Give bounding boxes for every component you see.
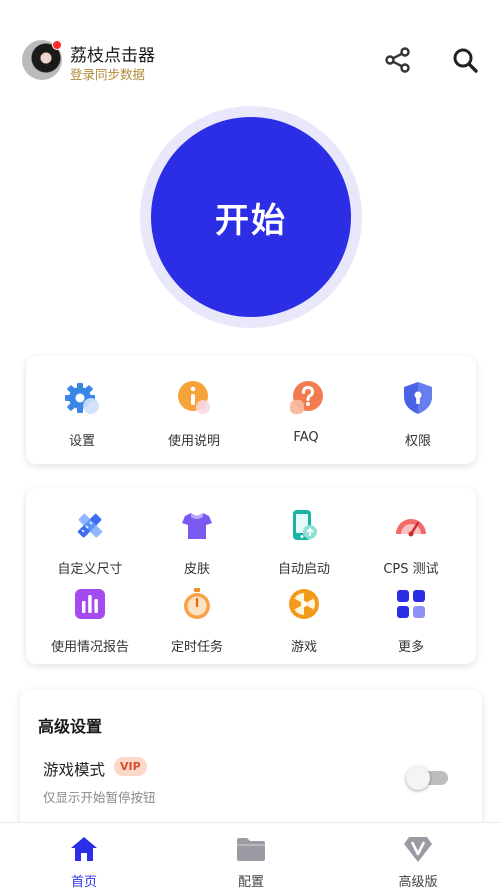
skin-label: 皮肤	[183, 562, 210, 577]
nav-home[interactable]: 首页	[24, 823, 144, 892]
advanced-settings-title: 高级设置	[38, 717, 103, 736]
app-title: 荔枝点击器	[70, 46, 155, 66]
home-icon	[71, 837, 97, 861]
phone-icon	[293, 510, 317, 540]
nav-config-label: 配置	[237, 875, 264, 890]
gear-icon	[65, 383, 99, 414]
nav-config[interactable]: 配置	[191, 823, 311, 892]
auto-start-label: 自动启动	[277, 562, 330, 577]
cps-test-label: CPS 测试	[383, 562, 439, 577]
auto-start-item[interactable]: 自动启动	[248, 508, 360, 577]
permissions-item[interactable]: 权限	[362, 380, 474, 449]
game-mode-label: 游戏模式	[43, 761, 106, 779]
settings-item[interactable]: 设置	[26, 380, 138, 449]
nav-home-label: 首页	[70, 875, 97, 890]
game-item[interactable]: 游戏	[248, 586, 360, 655]
instructions-item[interactable]: 使用说明	[138, 380, 250, 449]
custom-size-item[interactable]: 自定义尺寸	[34, 508, 146, 577]
scheduled-task-label: 定时任务	[170, 640, 223, 655]
permissions-label: 权限	[404, 434, 431, 449]
notification-dot	[52, 40, 62, 50]
settings-label: 设置	[68, 434, 95, 449]
scheduled-task-item[interactable]: 定时任务	[141, 586, 253, 655]
more-item[interactable]: 更多	[355, 586, 467, 655]
question-icon	[290, 381, 323, 414]
app-header: 荔枝点击器 登录同步数据	[0, 0, 502, 110]
game-mode-description: 仅显示开始暂停按钮	[43, 790, 156, 805]
nav-premium[interactable]: 高级版	[358, 823, 478, 892]
game-mode-toggle-knob[interactable]	[406, 766, 430, 790]
wheel-icon	[289, 589, 319, 619]
diamond-v-icon	[404, 837, 432, 862]
start-button[interactable]: 开始	[151, 117, 351, 317]
game-label: 游戏	[290, 640, 317, 655]
tools-card: 自定义尺寸 皮肤 自动启动 CPS 测试 使用情况报告 定时任务 游戏 更多	[26, 488, 476, 664]
bottom-navigation: 首页 配置 高级版	[0, 822, 502, 892]
instructions-label: 使用说明	[167, 434, 220, 449]
speedometer-icon	[396, 519, 426, 537]
nav-premium-label: 高级版	[398, 875, 438, 890]
ruler-pencil-icon	[77, 513, 103, 538]
grid-icon	[397, 590, 425, 618]
stopwatch-icon	[184, 588, 210, 619]
share-icon[interactable]	[384, 46, 412, 74]
skin-item[interactable]: 皮肤	[141, 508, 253, 577]
faq-item[interactable]: FAQ	[250, 380, 362, 445]
search-icon[interactable]	[451, 46, 479, 74]
usage-report-label: 使用情况报告	[50, 640, 129, 655]
bar-chart-icon	[75, 589, 105, 619]
custom-size-label: 自定义尺寸	[57, 562, 123, 577]
folder-icon	[237, 838, 265, 861]
tshirt-icon	[182, 513, 212, 539]
info-icon	[178, 381, 210, 414]
quick-actions-card: 设置 使用说明 FAQ 权限	[26, 356, 476, 464]
shield-icon	[404, 382, 432, 414]
cps-test-item[interactable]: CPS 测试	[355, 508, 467, 577]
more-label: 更多	[397, 640, 424, 655]
login-sync-link[interactable]: 登录同步数据	[70, 64, 145, 83]
faq-label: FAQ	[293, 430, 319, 445]
usage-report-item[interactable]: 使用情况报告	[34, 586, 146, 655]
vip-badge: VIP	[114, 757, 147, 776]
